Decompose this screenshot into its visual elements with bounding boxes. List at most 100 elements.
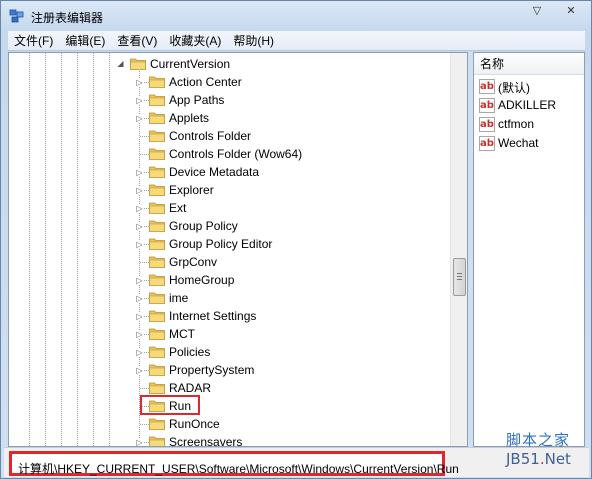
tree-node[interactable]: ▷ Group Policy bbox=[9, 217, 449, 235]
menu-edit[interactable]: 编辑(E) bbox=[59, 32, 111, 49]
scrollbar-thumb[interactable] bbox=[453, 258, 466, 296]
tree-connector bbox=[140, 388, 149, 389]
menu-favorites[interactable]: 收藏夹(A) bbox=[163, 32, 227, 49]
string-value-icon: ab bbox=[479, 136, 495, 151]
folder-icon bbox=[149, 166, 165, 178]
value-row[interactable]: ab Wechat bbox=[479, 135, 584, 153]
tree-node[interactable]: Controls Folder (Wow64) bbox=[9, 145, 449, 163]
tree-node[interactable]: Run bbox=[9, 397, 449, 415]
tree-node-label: Device Metadata bbox=[169, 165, 260, 179]
folder-icon bbox=[149, 238, 165, 250]
folder-icon bbox=[149, 436, 165, 446]
registry-values-pane[interactable]: 名称 ab (默认) ab ADKILLER ab ctfmon ab Wechat bbox=[473, 52, 585, 447]
expand-arrow-icon[interactable]: ▷ bbox=[135, 114, 144, 123]
expand-arrow-icon[interactable]: ▷ bbox=[135, 348, 144, 357]
tree-node[interactable]: RunOnce bbox=[9, 415, 449, 433]
tree-node-label: App Paths bbox=[169, 93, 225, 107]
watermark-line-1: 脚本之家 bbox=[506, 431, 571, 449]
minimize-button[interactable]: ▽ bbox=[525, 1, 549, 19]
menu-bar: 文件(F) 编辑(E) 查看(V) 收藏夹(A) 帮助(H) bbox=[8, 31, 585, 51]
status-path: 计算机\HKEY_CURRENT_USER\Software\Microsoft… bbox=[18, 462, 459, 476]
tree-node[interactable]: ▷ ime bbox=[9, 289, 449, 307]
tree-node-label: Action Center bbox=[169, 75, 242, 89]
tree-node[interactable]: ▷ MCT bbox=[9, 325, 449, 343]
tree-node[interactable]: ▷ Policies bbox=[9, 343, 449, 361]
menu-file[interactable]: 文件(F) bbox=[8, 32, 59, 49]
tree-node-label: Explorer bbox=[169, 183, 214, 197]
watermark-net: Net bbox=[544, 450, 571, 468]
expand-arrow-icon[interactable]: ▷ bbox=[135, 96, 144, 105]
expand-arrow-icon[interactable]: ▷ bbox=[135, 366, 144, 375]
status-bar: 计算机\HKEY_CURRENT_USER\Software\Microsoft… bbox=[4, 447, 589, 477]
tree-node-label: RunOnce bbox=[169, 417, 220, 431]
close-button[interactable]: ✕ bbox=[559, 1, 583, 19]
folder-icon bbox=[149, 364, 165, 376]
tree-node[interactable]: ▷ Applets bbox=[9, 109, 449, 127]
folder-icon bbox=[149, 274, 165, 286]
folder-icon bbox=[149, 202, 165, 214]
tree-node-label: ime bbox=[169, 291, 189, 305]
tree-node[interactable]: Controls Folder bbox=[9, 127, 449, 145]
title-bar[interactable]: 注册表编辑器 ▽ ✕ bbox=[1, 1, 591, 31]
value-row[interactable]: ab ctfmon bbox=[479, 116, 584, 134]
tree-node-label: RADAR bbox=[169, 381, 212, 395]
expand-arrow-icon[interactable]: ▷ bbox=[135, 78, 144, 87]
tree-node[interactable]: ▷ Screensavers bbox=[9, 433, 449, 447]
tree-node[interactable]: ▷ HomeGroup bbox=[9, 271, 449, 289]
tree-node-label: Screensavers bbox=[169, 435, 243, 447]
tree-connector bbox=[140, 262, 149, 263]
tree-node[interactable]: ▷ App Paths bbox=[9, 91, 449, 109]
value-row[interactable]: ab ADKILLER bbox=[479, 97, 584, 115]
expand-arrow-icon[interactable]: ▷ bbox=[135, 294, 144, 303]
registry-tree-pane[interactable]: ◢ CurrentVersion ▷ Action Center ▷ App Paths ▷… bbox=[8, 52, 468, 447]
tree-node[interactable]: ▷ Group Policy Editor bbox=[9, 235, 449, 253]
watermark-logo: 脚本之家 JB51.Net bbox=[506, 429, 571, 468]
column-header-name[interactable]: 名称 bbox=[474, 53, 584, 75]
expand-arrow-icon[interactable]: ▷ bbox=[135, 240, 144, 249]
folder-icon bbox=[149, 130, 165, 142]
tree-node[interactable]: ▷ Explorer bbox=[9, 181, 449, 199]
registry-editor-window: 注册表编辑器 ▽ ✕ 文件(F) 编辑(E) 查看(V) 收藏夹(A) 帮助(H… bbox=[0, 0, 592, 479]
tree-connector bbox=[140, 154, 149, 155]
folder-icon bbox=[149, 76, 165, 88]
expand-arrow-icon[interactable]: ▷ bbox=[135, 186, 144, 195]
tree-node[interactable]: ▷ PropertySystem bbox=[9, 361, 449, 379]
collapse-arrow-icon[interactable]: ◢ bbox=[116, 59, 125, 68]
expand-arrow-icon[interactable]: ▷ bbox=[135, 204, 144, 213]
folder-icon bbox=[149, 220, 165, 232]
tree-node[interactable]: ▷ Internet Settings bbox=[9, 307, 449, 325]
string-value-icon: ab bbox=[479, 117, 495, 132]
folder-icon bbox=[149, 148, 165, 160]
folder-icon bbox=[149, 328, 165, 340]
expand-arrow-icon[interactable]: ▷ bbox=[135, 312, 144, 321]
menu-view[interactable]: 查看(V) bbox=[111, 32, 163, 49]
tree-node-label: Policies bbox=[169, 345, 211, 359]
folder-icon bbox=[149, 346, 165, 358]
string-value-icon: ab bbox=[479, 79, 495, 94]
folder-icon bbox=[149, 310, 165, 322]
tree-connector bbox=[140, 424, 149, 425]
tree-vertical-scrollbar[interactable] bbox=[450, 53, 467, 446]
expand-arrow-icon[interactable]: ▷ bbox=[135, 438, 144, 446]
menu-help[interactable]: 帮助(H) bbox=[227, 32, 280, 49]
tree-node-label: HomeGroup bbox=[169, 273, 235, 287]
tree-node-label: Group Policy bbox=[169, 219, 238, 233]
tree-node[interactable]: ▷ Device Metadata bbox=[9, 163, 449, 181]
tree-node-currentversion[interactable]: ◢ CurrentVersion bbox=[9, 55, 449, 73]
folder-icon bbox=[149, 256, 165, 268]
window-title: 注册表编辑器 bbox=[31, 11, 104, 25]
tree-node[interactable]: ▷ Ext bbox=[9, 199, 449, 217]
tree-connector bbox=[140, 136, 149, 137]
tree-node[interactable]: ▷ Action Center bbox=[9, 73, 449, 91]
expand-arrow-icon[interactable]: ▷ bbox=[135, 330, 144, 339]
tree-node[interactable]: GrpConv bbox=[9, 253, 449, 271]
expand-arrow-icon[interactable]: ▷ bbox=[135, 168, 144, 177]
folder-icon bbox=[149, 112, 165, 124]
expand-arrow-icon[interactable]: ▷ bbox=[135, 222, 144, 231]
tree-node[interactable]: RADAR bbox=[9, 379, 449, 397]
expand-arrow-icon[interactable]: ▷ bbox=[135, 276, 144, 285]
value-name: (默认) bbox=[498, 81, 530, 95]
value-row[interactable]: ab (默认) bbox=[479, 78, 584, 96]
value-name: ctfmon bbox=[498, 117, 535, 131]
tree-node-label: CurrentVersion bbox=[150, 57, 231, 71]
